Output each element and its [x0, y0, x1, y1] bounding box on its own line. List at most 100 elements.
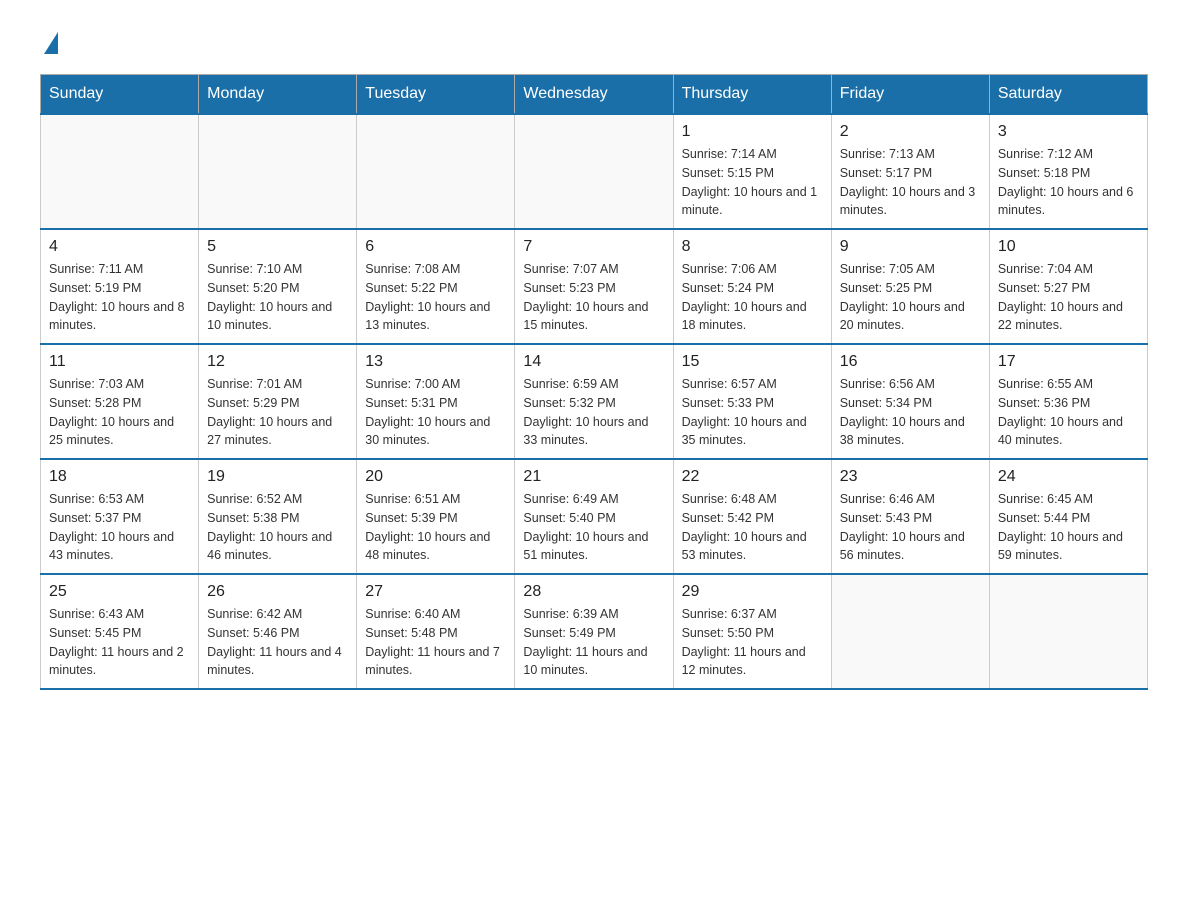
day-info: Sunrise: 7:10 AMSunset: 5:20 PMDaylight:…: [207, 260, 348, 335]
day-number: 18: [49, 468, 190, 486]
calendar-table: SundayMondayTuesdayWednesdayThursdayFrid…: [40, 74, 1148, 690]
day-info: Sunrise: 7:06 AMSunset: 5:24 PMDaylight:…: [682, 260, 823, 335]
day-info: Sunrise: 7:05 AMSunset: 5:25 PMDaylight:…: [840, 260, 981, 335]
day-of-week-header: Thursday: [673, 75, 831, 115]
calendar-cell: 4 Sunrise: 7:11 AMSunset: 5:19 PMDaylight…: [41, 229, 199, 344]
day-info: Sunrise: 6:56 AMSunset: 5:34 PMDaylight:…: [840, 375, 981, 450]
calendar-cell: 26 Sunrise: 6:42 AMSunset: 5:46 PMDayligh…: [199, 574, 357, 689]
day-number: 29: [682, 583, 823, 601]
day-number: 23: [840, 468, 981, 486]
calendar-week-row: 1Sunrise: 7:14 AMSunset: 5:15 PMDaylight…: [41, 114, 1148, 229]
calendar-cell: 23 Sunrise: 6:46 AMSunset: 5:43 PMDayligh…: [831, 459, 989, 574]
day-info: Sunrise: 7:04 AMSunset: 5:27 PMDaylight:…: [998, 260, 1139, 335]
day-info: Sunrise: 6:46 AMSunset: 5:43 PMDaylight:…: [840, 490, 981, 565]
day-number: 12: [207, 353, 348, 371]
day-number: 7: [523, 238, 664, 256]
calendar-cell: 6 Sunrise: 7:08 AMSunset: 5:22 PMDaylight…: [357, 229, 515, 344]
calendar-cell: 5Sunrise: 7:10 AMSunset: 5:20 PMDaylight…: [199, 229, 357, 344]
day-info: Sunrise: 6:48 AMSunset: 5:42 PMDaylight:…: [682, 490, 823, 565]
calendar-cell: 25 Sunrise: 6:43 AMSunset: 5:45 PMDayligh…: [41, 574, 199, 689]
calendar-cell: 16 Sunrise: 6:56 AMSunset: 5:34 PMDayligh…: [831, 344, 989, 459]
day-number: 11: [49, 353, 190, 371]
calendar-cell: 3 Sunrise: 7:12 AMSunset: 5:18 PMDaylight…: [989, 114, 1147, 229]
calendar-cell: 2 Sunrise: 7:13 AMSunset: 5:17 PMDaylight…: [831, 114, 989, 229]
day-info: Sunrise: 6:40 AMSunset: 5:48 PMDaylight:…: [365, 605, 506, 680]
day-number: 4: [49, 238, 190, 256]
logo: [40, 30, 58, 54]
day-info: Sunrise: 7:12 AMSunset: 5:18 PMDaylight:…: [998, 145, 1139, 220]
logo-triangle-icon: [44, 32, 58, 54]
day-of-week-header: Friday: [831, 75, 989, 115]
day-info: Sunrise: 6:43 AMSunset: 5:45 PMDaylight:…: [49, 605, 190, 680]
calendar-cell: [41, 114, 199, 229]
day-of-week-header: Monday: [199, 75, 357, 115]
calendar-cell: [989, 574, 1147, 689]
day-info: Sunrise: 6:52 AMSunset: 5:38 PMDaylight:…: [207, 490, 348, 565]
day-info: Sunrise: 7:07 AMSunset: 5:23 PMDaylight:…: [523, 260, 664, 335]
calendar-week-row: 11 Sunrise: 7:03 AMSunset: 5:28 PMDayligh…: [41, 344, 1148, 459]
day-info: Sunrise: 7:00 AMSunset: 5:31 PMDaylight:…: [365, 375, 506, 450]
day-info: Sunrise: 6:45 AMSunset: 5:44 PMDaylight:…: [998, 490, 1139, 565]
calendar-cell: 11 Sunrise: 7:03 AMSunset: 5:28 PMDayligh…: [41, 344, 199, 459]
calendar-cell: [515, 114, 673, 229]
day-info: Sunrise: 7:13 AMSunset: 5:17 PMDaylight:…: [840, 145, 981, 220]
day-number: 13: [365, 353, 506, 371]
day-number: 3: [998, 123, 1139, 141]
day-info: Sunrise: 6:59 AMSunset: 5:32 PMDaylight:…: [523, 375, 664, 450]
day-info: Sunrise: 6:37 AMSunset: 5:50 PMDaylight:…: [682, 605, 823, 680]
calendar-cell: 28 Sunrise: 6:39 AMSunset: 5:49 PMDayligh…: [515, 574, 673, 689]
day-number: 8: [682, 238, 823, 256]
calendar-cell: 12 Sunrise: 7:01 AMSunset: 5:29 PMDayligh…: [199, 344, 357, 459]
calendar-week-row: 18 Sunrise: 6:53 AMSunset: 5:37 PMDayligh…: [41, 459, 1148, 574]
day-number: 15: [682, 353, 823, 371]
day-info: Sunrise: 7:08 AMSunset: 5:22 PMDaylight:…: [365, 260, 506, 335]
day-number: 24: [998, 468, 1139, 486]
calendar-cell: 18 Sunrise: 6:53 AMSunset: 5:37 PMDayligh…: [41, 459, 199, 574]
calendar-cell: [831, 574, 989, 689]
day-info: Sunrise: 7:11 AMSunset: 5:19 PMDaylight:…: [49, 260, 190, 335]
calendar-cell: [357, 114, 515, 229]
calendar-cell: 22Sunrise: 6:48 AMSunset: 5:42 PMDayligh…: [673, 459, 831, 574]
day-number: 14: [523, 353, 664, 371]
calendar-cell: 20Sunrise: 6:51 AMSunset: 5:39 PMDayligh…: [357, 459, 515, 574]
day-info: Sunrise: 6:42 AMSunset: 5:46 PMDaylight:…: [207, 605, 348, 680]
day-info: Sunrise: 7:01 AMSunset: 5:29 PMDaylight:…: [207, 375, 348, 450]
day-info: Sunrise: 6:53 AMSunset: 5:37 PMDaylight:…: [49, 490, 190, 565]
calendar-cell: 29 Sunrise: 6:37 AMSunset: 5:50 PMDayligh…: [673, 574, 831, 689]
page-header: [40, 30, 1148, 54]
day-number: 17: [998, 353, 1139, 371]
calendar-cell: 14 Sunrise: 6:59 AMSunset: 5:32 PMDayligh…: [515, 344, 673, 459]
calendar-cell: 15 Sunrise: 6:57 AMSunset: 5:33 PMDayligh…: [673, 344, 831, 459]
calendar-week-row: 4 Sunrise: 7:11 AMSunset: 5:19 PMDaylight…: [41, 229, 1148, 344]
day-number: 25: [49, 583, 190, 601]
day-info: Sunrise: 7:03 AMSunset: 5:28 PMDaylight:…: [49, 375, 190, 450]
day-number: 20: [365, 468, 506, 486]
calendar-cell: 27Sunrise: 6:40 AMSunset: 5:48 PMDayligh…: [357, 574, 515, 689]
calendar-cell: 19 Sunrise: 6:52 AMSunset: 5:38 PMDayligh…: [199, 459, 357, 574]
calendar-cell: 21 Sunrise: 6:49 AMSunset: 5:40 PMDayligh…: [515, 459, 673, 574]
day-of-week-header: Tuesday: [357, 75, 515, 115]
day-number: 26: [207, 583, 348, 601]
day-info: Sunrise: 6:39 AMSunset: 5:49 PMDaylight:…: [523, 605, 664, 680]
day-info: Sunrise: 6:49 AMSunset: 5:40 PMDaylight:…: [523, 490, 664, 565]
day-number: 19: [207, 468, 348, 486]
calendar-header-row: SundayMondayTuesdayWednesdayThursdayFrid…: [41, 75, 1148, 115]
calendar-cell: 13 Sunrise: 7:00 AMSunset: 5:31 PMDayligh…: [357, 344, 515, 459]
day-info: Sunrise: 6:57 AMSunset: 5:33 PMDaylight:…: [682, 375, 823, 450]
day-number: 28: [523, 583, 664, 601]
day-number: 2: [840, 123, 981, 141]
day-of-week-header: Wednesday: [515, 75, 673, 115]
day-number: 6: [365, 238, 506, 256]
calendar-cell: [199, 114, 357, 229]
calendar-cell: 10 Sunrise: 7:04 AMSunset: 5:27 PMDayligh…: [989, 229, 1147, 344]
day-info: Sunrise: 7:14 AMSunset: 5:15 PMDaylight:…: [682, 145, 823, 220]
day-number: 21: [523, 468, 664, 486]
calendar-week-row: 25 Sunrise: 6:43 AMSunset: 5:45 PMDayligh…: [41, 574, 1148, 689]
day-number: 9: [840, 238, 981, 256]
calendar-cell: 24 Sunrise: 6:45 AMSunset: 5:44 PMDayligh…: [989, 459, 1147, 574]
calendar-cell: 7 Sunrise: 7:07 AMSunset: 5:23 PMDaylight…: [515, 229, 673, 344]
day-number: 16: [840, 353, 981, 371]
calendar-cell: 8 Sunrise: 7:06 AMSunset: 5:24 PMDaylight…: [673, 229, 831, 344]
day-number: 10: [998, 238, 1139, 256]
calendar-cell: 9 Sunrise: 7:05 AMSunset: 5:25 PMDaylight…: [831, 229, 989, 344]
